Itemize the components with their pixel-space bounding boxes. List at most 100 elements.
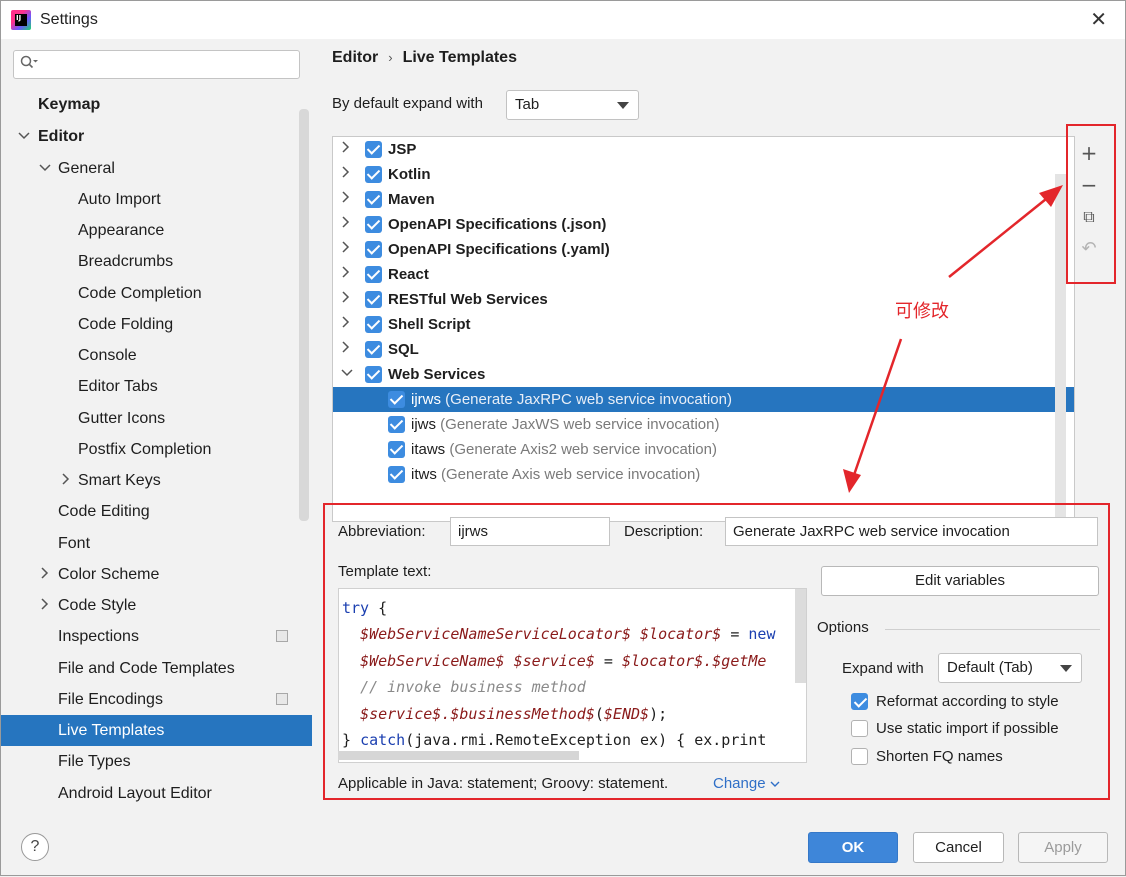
template-checkbox[interactable]	[388, 391, 405, 408]
template-text-editor[interactable]: try { $WebServiceNameServiceLocator$ $lo…	[338, 588, 807, 763]
apply-button[interactable]: Apply	[1018, 832, 1108, 863]
sidebar-item-code-editing[interactable]: Code Editing	[1, 496, 312, 527]
chevron-down-icon[interactable]	[341, 362, 353, 387]
sidebar-item-console[interactable]: Console	[1, 340, 312, 371]
sidebar-item-file-and-code-templates[interactable]: File and Code Templates	[1, 653, 312, 684]
change-context-link[interactable]: Change	[713, 775, 780, 792]
group-checkbox[interactable]	[365, 241, 382, 258]
sidebar-item-inspections[interactable]: Inspections	[1, 621, 312, 652]
sidebar-item-postfix-completion[interactable]: Postfix Completion	[1, 434, 312, 465]
code-horizontal-scrollbar[interactable]	[338, 751, 579, 760]
settings-window: IJ Settings ✕ Keymap Editor General Auto…	[0, 0, 1126, 876]
template-group-row[interactable]: RESTful Web Services	[333, 287, 1074, 312]
sidebar-item-file-types[interactable]: File Types	[1, 746, 312, 777]
annotation-label: 可修改	[895, 301, 949, 322]
group-checkbox[interactable]	[365, 266, 382, 283]
expand-with-option-dropdown[interactable]: Default (Tab)	[938, 653, 1082, 683]
template-row[interactable]: itaws (Generate Axis2 web service invoca…	[333, 437, 1074, 462]
sidebar-item-code-style[interactable]: Code Style	[1, 590, 312, 621]
applicable-context-text: Applicable in Java: statement; Groovy: s…	[338, 775, 669, 792]
sidebar-item-android-layout-editor[interactable]: Android Layout Editor	[1, 778, 312, 809]
group-checkbox[interactable]	[365, 166, 382, 183]
reformat-checkbox[interactable]	[851, 693, 868, 710]
template-group-row[interactable]: OpenAPI Specifications (.yaml)	[333, 237, 1074, 262]
group-checkbox[interactable]	[365, 316, 382, 333]
template-detail-panel: Abbreviation: ijrws Description: Generat…	[323, 503, 1110, 800]
template-checkbox[interactable]	[388, 441, 405, 458]
sidebar-item-gutter-icons[interactable]: Gutter Icons	[1, 403, 312, 434]
group-checkbox[interactable]	[365, 191, 382, 208]
sidebar-item-code-completion[interactable]: Code Completion	[1, 278, 312, 309]
sidebar-item-keymap[interactable]: Keymap	[1, 89, 312, 120]
breadcrumb-editor[interactable]: Editor	[332, 49, 378, 66]
sidebar-item-editor[interactable]: Editor	[1, 121, 312, 152]
sidebar-item-live-templates[interactable]: Live Templates	[1, 715, 312, 746]
expand-with-dropdown[interactable]: Tab	[506, 90, 639, 120]
chevron-right-icon[interactable]	[341, 187, 351, 212]
static-import-checkbox[interactable]	[851, 720, 868, 737]
template-text-label: Template text:	[338, 563, 432, 580]
chevron-right-icon[interactable]	[341, 312, 351, 337]
code-vertical-scrollbar[interactable]	[795, 589, 806, 683]
chevron-right-icon[interactable]	[40, 591, 50, 622]
sidebar-item-auto-import[interactable]: Auto Import	[1, 184, 312, 215]
sidebar-scrollbar[interactable]	[299, 109, 309, 521]
chevron-right-icon[interactable]	[341, 237, 351, 262]
live-templates-panel: Editor › Live Templates By default expand …	[312, 39, 1125, 815]
sidebar-item-editor-tabs[interactable]: Editor Tabs	[1, 371, 312, 402]
chevron-right-icon[interactable]	[61, 466, 71, 497]
help-button[interactable]: ?	[21, 833, 49, 861]
chevron-down-icon[interactable]	[39, 154, 51, 185]
chevron-right-icon[interactable]	[341, 287, 351, 312]
chevron-right-icon[interactable]	[341, 137, 351, 162]
sidebar-item-color-scheme[interactable]: Color Scheme	[1, 559, 312, 590]
template-row[interactable]: ijrws (Generate JaxRPC web service invoc…	[333, 387, 1074, 412]
chevron-right-icon[interactable]	[40, 560, 50, 591]
title-bar: IJ Settings ✕	[1, 1, 1125, 39]
template-group-row[interactable]: JSP	[333, 137, 1074, 162]
group-checkbox[interactable]	[365, 291, 382, 308]
sidebar-item-code-folding[interactable]: Code Folding	[1, 309, 312, 340]
template-group-row[interactable]: Maven	[333, 187, 1074, 212]
template-checkbox[interactable]	[388, 466, 405, 483]
template-group-row[interactable]: Shell Script	[333, 312, 1074, 337]
template-group-row[interactable]: Kotlin	[333, 162, 1074, 187]
sidebar-item-appearance[interactable]: Appearance	[1, 215, 312, 246]
breadcrumb: Editor › Live Templates	[332, 49, 517, 67]
window-title: Settings	[40, 11, 98, 28]
group-checkbox[interactable]	[365, 366, 382, 383]
chevron-down-icon	[770, 775, 780, 792]
sidebar-item-file-encodings[interactable]: File Encodings	[1, 684, 312, 715]
edit-variables-button[interactable]: Edit variables	[821, 566, 1099, 596]
chevron-right-icon[interactable]	[341, 212, 351, 237]
search-input[interactable]	[13, 50, 300, 79]
sidebar-item-breadcrumbs[interactable]: Breadcrumbs	[1, 246, 312, 277]
template-list-scrollbar[interactable]	[1055, 174, 1066, 520]
sidebar-item-font[interactable]: Font	[1, 528, 312, 559]
shorten-fq-label: Shorten FQ names	[876, 748, 1003, 765]
ok-button[interactable]: OK	[808, 832, 898, 863]
sidebar-item-smart-keys[interactable]: Smart Keys	[1, 465, 312, 496]
abbreviation-field[interactable]: ijrws	[450, 517, 610, 546]
chevron-right-icon[interactable]	[341, 162, 351, 187]
template-group-row[interactable]: SQL	[333, 337, 1074, 362]
group-checkbox[interactable]	[365, 341, 382, 358]
template-group-row[interactable]: OpenAPI Specifications (.json)	[333, 212, 1074, 237]
chevron-right-icon[interactable]	[341, 262, 351, 287]
template-group-row[interactable]: React	[333, 262, 1074, 287]
chevron-right-icon[interactable]	[341, 337, 351, 362]
group-checkbox[interactable]	[365, 141, 382, 158]
template-code[interactable]: try { $WebServiceNameServiceLocator$ $lo…	[342, 595, 776, 753]
description-field[interactable]: Generate JaxRPC web service invocation	[725, 517, 1098, 546]
group-checkbox[interactable]	[365, 216, 382, 233]
template-group-row[interactable]: Web Services	[333, 362, 1074, 387]
search-icon	[20, 55, 38, 74]
cancel-button[interactable]: Cancel	[913, 832, 1004, 863]
chevron-down-icon[interactable]	[18, 122, 30, 153]
template-checkbox[interactable]	[388, 416, 405, 433]
template-row[interactable]: ijws (Generate JaxWS web service invocat…	[333, 412, 1074, 437]
shorten-fq-checkbox[interactable]	[851, 748, 868, 765]
close-icon[interactable]: ✕	[1090, 7, 1107, 31]
sidebar-item-general[interactable]: General	[1, 153, 312, 184]
template-row[interactable]: itws (Generate Axis web service invocati…	[333, 462, 1074, 487]
